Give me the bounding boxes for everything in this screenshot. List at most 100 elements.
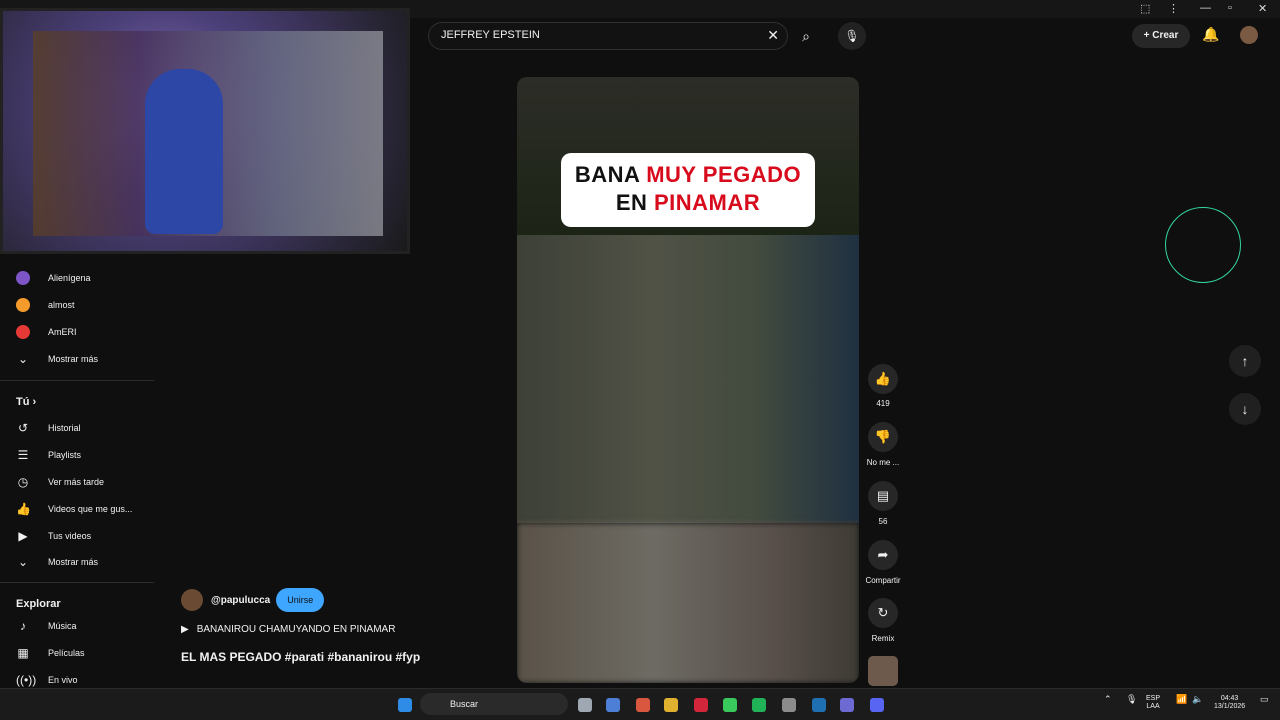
remix-button[interactable]: ↻ <box>868 598 898 628</box>
share-icon: ➦ <box>877 547 889 562</box>
sidebar-item-movies[interactable]: ▦ Películas <box>16 643 150 663</box>
dislike-button[interactable]: 👎 <box>868 422 898 452</box>
sidebar-item-music[interactable]: ♪ Música <box>16 616 150 636</box>
windows-start-icon[interactable] <box>398 698 412 712</box>
sidebar-item-label: Música <box>48 621 77 631</box>
divider <box>0 582 154 583</box>
search-query: JEFFREY EPSTEIN <box>441 29 540 41</box>
discord-icon[interactable] <box>870 698 884 712</box>
sound-thumbnail[interactable] <box>868 656 898 686</box>
chrome-icon[interactable] <box>636 698 650 712</box>
store-icon[interactable] <box>606 698 620 712</box>
steam-icon[interactable] <box>782 698 796 712</box>
playlist-icon: ☰ <box>17 448 29 462</box>
search-input[interactable]: JEFFREY EPSTEIN ✕ <box>428 22 788 50</box>
sidebar-item-label: Películas <box>48 648 85 658</box>
sidebar-item-playlists[interactable]: ☰ Playlists <box>16 445 150 465</box>
show-more-button[interactable]: ⌄ Mostrar más <box>16 349 150 369</box>
show-more-button[interactable]: ⌄ Mostrar más <box>16 552 150 572</box>
playlist-link[interactable]: ▶ BANANIROU CHAMUYANDO EN PINAMAR <box>181 624 395 635</box>
comment-count: 56 <box>878 517 888 526</box>
restore-icon[interactable]: ▫ <box>1228 2 1232 14</box>
mic-tray-icon[interactable]: 🎙 <box>1126 695 1137 704</box>
caption-line2-red: PINAMAR <box>654 190 761 215</box>
share-label: Compartir <box>865 576 901 585</box>
comment-icon: ▤ <box>876 488 890 503</box>
more-icon[interactable]: ⋮ <box>1168 2 1179 15</box>
like-button[interactable]: 👍 <box>868 364 898 394</box>
sidebar-item-label: En vivo <box>48 675 78 685</box>
spotify-icon[interactable] <box>752 698 766 712</box>
bell-icon[interactable]: 🔔 <box>1202 26 1219 43</box>
channel-handle[interactable]: @papulucca <box>211 595 270 606</box>
show-more-label: Mostrar más <box>48 354 99 364</box>
sidebar-item-alienigena[interactable]: Alienígena <box>16 268 150 288</box>
channel-avatar[interactable] <box>181 589 203 611</box>
sidebar-item-ameri[interactable]: AmERI <box>16 322 150 342</box>
thumbs-up-icon: 👍 <box>874 371 892 386</box>
game-icon[interactable] <box>840 698 854 712</box>
previous-short-button[interactable]: ↑ <box>1229 345 1261 377</box>
channel-avatar <box>16 271 30 285</box>
minimize-icon[interactable]: — <box>1200 2 1211 14</box>
sidebar-item-liked[interactable]: 👍 Videos que me gus... <box>16 499 150 519</box>
video-frame-bottom <box>517 523 859 683</box>
explorer-icon[interactable] <box>664 698 678 712</box>
extensions-icon[interactable]: ⬚ <box>1140 2 1150 15</box>
like-count: 419 <box>876 399 890 408</box>
sidebar-item-label: Videos que me gus... <box>48 504 133 514</box>
sidebar-item-label: Playlists <box>48 450 82 460</box>
short-video-player[interactable]: BANA MUY PEGADO EN PINAMAR <box>517 77 859 683</box>
thumbs-down-icon: 👎 <box>874 429 892 444</box>
sidebar-item-label: Ver más tarde <box>48 477 105 487</box>
mic-icon[interactable]: 🎙 <box>838 22 866 50</box>
search-icon[interactable]: ⌕ <box>792 22 820 50</box>
sidebar-item-almost[interactable]: almost <box>16 295 150 315</box>
sidebar-item-your-videos[interactable]: ▶ Tus videos <box>16 526 150 546</box>
remix-label: Remix <box>871 634 895 643</box>
live-icon: ((•)) <box>16 673 37 687</box>
task-view-icon[interactable] <box>578 698 592 712</box>
chevron-up-icon[interactable]: ⌃ <box>1104 695 1112 704</box>
video-frame-middle <box>517 235 859 523</box>
sidebar-item-watch-later[interactable]: ◷ Ver más tarde <box>16 472 150 492</box>
sidebar-item-live[interactable]: ((•)) En vivo <box>16 670 150 690</box>
wifi-icon[interactable]: 📶 <box>1176 695 1187 704</box>
play-icon: ▶ <box>181 624 189 635</box>
webcam-overlay <box>0 8 410 254</box>
channel-avatar <box>16 298 30 312</box>
language-indicator[interactable]: ESP LAA <box>1146 695 1160 711</box>
video-app-icon[interactable] <box>694 698 708 712</box>
share-button[interactable]: ➦ <box>868 540 898 570</box>
thumbs-up-icon: 👍 <box>16 502 31 516</box>
volume-icon[interactable]: 🔈 <box>1192 695 1203 704</box>
clear-search-icon[interactable]: ✕ <box>767 27 779 44</box>
taskbar-search[interactable]: Buscar <box>420 693 568 715</box>
notification-icon[interactable]: ▭ <box>1260 695 1269 704</box>
sidebar-item-history[interactable]: ↺ Historial <box>16 418 150 438</box>
clock-icon: ◷ <box>17 475 29 489</box>
join-button[interactable]: Unirse <box>276 588 325 612</box>
cursor-indicator <box>1165 207 1241 283</box>
history-icon: ↺ <box>17 421 29 435</box>
sidebar-item-label: Historial <box>48 423 81 433</box>
chevron-down-icon: ⌄ <box>17 352 29 366</box>
vscode-icon[interactable] <box>812 698 826 712</box>
create-button[interactable]: + Crear <box>1132 24 1190 48</box>
explore-section-title: Explorar <box>16 598 61 610</box>
caption-line1-red: MUY PEGADO <box>646 162 802 187</box>
comments-button[interactable]: ▤ <box>868 481 898 511</box>
caption-line2-white: EN <box>615 190 654 215</box>
avatar[interactable] <box>1240 26 1258 44</box>
taskbar-search-label: Buscar <box>450 699 479 709</box>
playlist-title: BANANIROU CHAMUYANDO EN PINAMAR <box>196 624 396 635</box>
chevron-down-icon: ⌄ <box>17 555 29 569</box>
whatsapp-icon[interactable] <box>723 698 737 712</box>
next-short-button[interactable]: ↓ <box>1229 393 1261 425</box>
close-window-icon[interactable]: ✕ <box>1258 2 1267 15</box>
sidebar-item-label: Tus videos <box>48 531 92 541</box>
clock[interactable]: 04:43 13/1/2026 <box>1214 695 1245 711</box>
you-section-title[interactable]: Tú › <box>16 396 36 408</box>
channel-info: @papulucca Unirse <box>181 588 325 612</box>
channel-avatar <box>16 325 30 339</box>
